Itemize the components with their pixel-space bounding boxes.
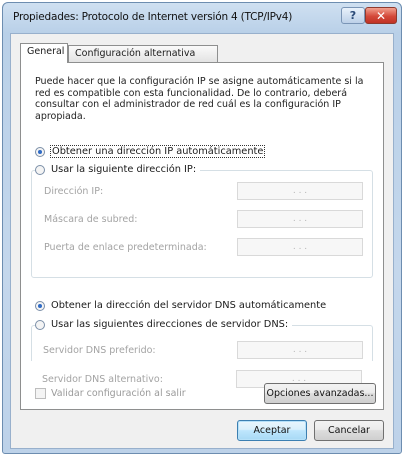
ip-manual-option[interactable]: Usar la siguiente dirección IP: <box>35 164 201 175</box>
ip-auto-radio[interactable] <box>35 146 45 157</box>
ip-manual-label[interactable]: Usar la siguiente dirección IP: <box>51 164 196 175</box>
preferred-dns-value: . . . <box>292 345 308 355</box>
preferred-dns-label: Servidor DNS preferido: <box>43 345 156 356</box>
ip-auto-label[interactable]: Obtener una dirección IP automáticamente <box>49 145 266 158</box>
subnet-mask-value: . . . <box>292 214 308 224</box>
subnet-mask-field[interactable]: . . . <box>237 210 363 228</box>
close-button[interactable]: ✕ <box>365 7 397 24</box>
dns-auto-label[interactable]: Obtener la dirección del servidor DNS au… <box>51 300 326 311</box>
ip-manual-radio[interactable] <box>35 164 45 175</box>
dns-manual-label[interactable]: Usar las siguientes direcciones de servi… <box>51 319 288 330</box>
validate-label[interactable]: Validar configuración al salir <box>51 388 186 399</box>
alternate-dns-label: Servidor DNS alternativo: <box>42 374 163 385</box>
dialog-window: Propiedades: Protocolo de Internet versi… <box>2 2 402 454</box>
ip-address-field[interactable]: . . . <box>237 182 363 200</box>
help-button[interactable]: ? <box>341 7 365 24</box>
dns-auto-option[interactable]: Obtener la dirección del servidor DNS au… <box>35 300 326 311</box>
ok-button[interactable]: Aceptar <box>237 420 307 441</box>
ip-address-label: Dirección IP: <box>44 186 104 197</box>
window-title: Propiedades: Protocolo de Internet versi… <box>13 11 293 23</box>
ip-settings-group: Dirección IP: . . . Máscara de subred: .… <box>31 170 373 278</box>
default-gateway-field[interactable]: . . . <box>237 238 363 256</box>
dns-auto-radio[interactable] <box>35 300 45 311</box>
ip-address-value: . . . <box>292 186 308 196</box>
title-bar[interactable]: Propiedades: Protocolo de Internet versi… <box>3 3 401 31</box>
cancel-button[interactable]: Cancelar <box>314 420 384 441</box>
tab-alternate-configuration[interactable]: Configuración alternativa <box>68 45 218 62</box>
dns-manual-option[interactable]: Usar las siguientes direcciones de servi… <box>35 319 293 330</box>
default-gateway-value: . . . <box>292 242 308 252</box>
ip-auto-option[interactable]: Obtener una dirección IP automáticamente <box>35 145 266 158</box>
advanced-options-button[interactable]: Opciones avanzadas... <box>264 383 376 404</box>
description-text: Puede hacer que la configuración IP se a… <box>35 76 364 122</box>
default-gateway-label: Puerta de enlace predeterminada: <box>44 242 207 253</box>
tab-general[interactable]: General <box>20 43 68 63</box>
general-tab-panel: Puede hacer que la configuración IP se a… <box>20 62 384 410</box>
preferred-dns-field[interactable]: . . . <box>237 341 363 359</box>
dialog-client: General Configuración alternativa Puede … <box>10 33 394 449</box>
validate-checkbox[interactable] <box>35 388 46 399</box>
validate-option[interactable]: Validar configuración al salir <box>35 388 186 399</box>
subnet-mask-label: Máscara de subred: <box>44 214 138 225</box>
dns-manual-radio[interactable] <box>35 319 45 330</box>
